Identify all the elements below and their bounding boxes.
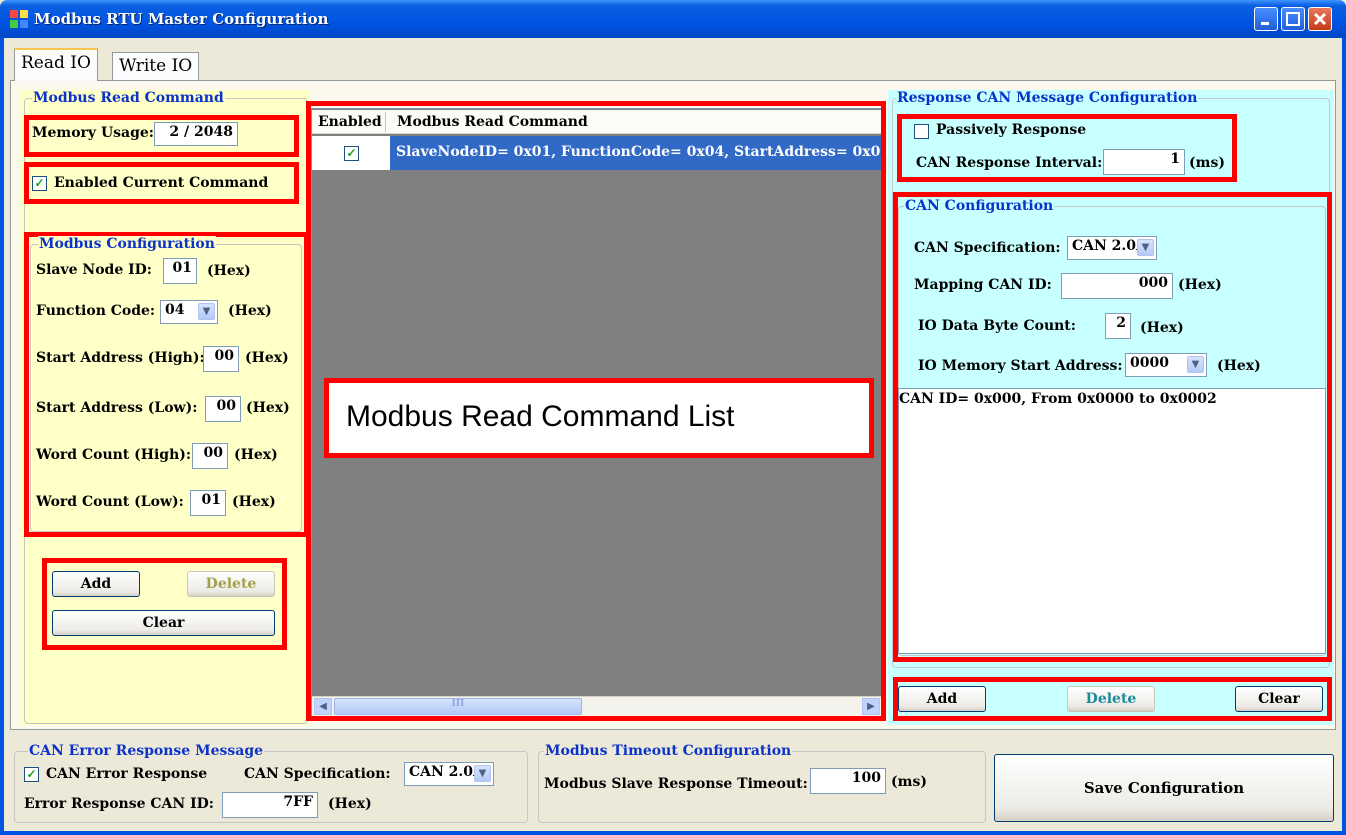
- error-spec-value: CAN 2.0A: [409, 764, 484, 780]
- group-title: Response CAN Message Configuration: [896, 90, 1199, 106]
- minimize-button[interactable]: [1254, 7, 1278, 31]
- tab-write-io[interactable]: Write IO: [112, 52, 200, 80]
- can-spec-label: CAN Specification:: [914, 240, 1061, 256]
- slave-node-label: Slave Node ID:: [36, 262, 152, 278]
- passive-response-label: Passively Response: [936, 122, 1087, 138]
- modbus-config-group: [30, 244, 302, 532]
- group-title: CAN Configuration: [904, 198, 1055, 214]
- error-spec-select[interactable]: CAN 2.0A ▼: [404, 762, 494, 786]
- memory-usage-label: Memory Usage:: [32, 125, 154, 141]
- error-can-id-field[interactable]: 7FF: [222, 792, 318, 818]
- start-high-field[interactable]: 00: [203, 346, 239, 372]
- chevron-down-icon[interactable]: ▼: [198, 303, 215, 320]
- window-title: Modbus RTU Master Configuration: [34, 10, 329, 28]
- function-code-select[interactable]: 04 ▼: [160, 300, 218, 324]
- clear-can-button[interactable]: Clear: [1235, 686, 1323, 712]
- mapping-can-id-field[interactable]: 000: [1061, 273, 1173, 299]
- hex-unit: (Hex): [228, 303, 272, 319]
- word-count-low-field[interactable]: 01: [190, 490, 226, 516]
- annotation-label: Modbus Read Command List: [346, 400, 735, 433]
- group-title: Modbus Configuration: [38, 236, 216, 252]
- delete-can-button[interactable]: Delete: [1067, 686, 1155, 712]
- delete-command-button[interactable]: Delete: [187, 571, 275, 597]
- byte-count-field[interactable]: 2: [1105, 313, 1131, 339]
- hex-unit: (Hex): [245, 350, 289, 366]
- hex-unit: (Hex): [207, 263, 251, 279]
- add-can-button[interactable]: Add: [898, 686, 986, 712]
- window-frame-right: [1342, 38, 1346, 835]
- hex-unit: (Hex): [232, 494, 276, 510]
- start-low-label: Start Address (Low):: [36, 400, 198, 416]
- hex-unit: (Hex): [328, 796, 372, 812]
- chevron-down-icon[interactable]: ▼: [1137, 239, 1154, 256]
- hex-unit: (Hex): [1178, 277, 1222, 293]
- list-item[interactable]: CAN ID= 0x000, From 0x0000 to 0x0002: [899, 391, 1217, 407]
- ms-unit: (ms): [1189, 155, 1225, 171]
- start-low-field[interactable]: 00: [205, 396, 241, 422]
- function-code-value: 04: [165, 302, 185, 318]
- error-spec-label: CAN Specification:: [244, 766, 391, 782]
- memory-usage-field: 2 / 2048: [154, 122, 238, 146]
- mem-start-label: IO Memory Start Address:: [918, 358, 1123, 374]
- close-button[interactable]: [1308, 7, 1332, 31]
- timeout-field[interactable]: 100: [810, 768, 886, 794]
- error-can-id-label: Error Response CAN ID:: [24, 796, 214, 812]
- app-icon: [10, 10, 28, 28]
- window-frame-bottom: [0, 831, 1346, 835]
- group-title: CAN Error Response Message: [28, 743, 265, 759]
- slave-node-field[interactable]: 01: [163, 258, 197, 284]
- hex-unit: (Hex): [246, 400, 290, 416]
- passive-response-checkbox[interactable]: [914, 124, 929, 139]
- can-error-label: CAN Error Response: [46, 766, 208, 782]
- add-command-button[interactable]: Add: [52, 571, 140, 597]
- can-spec-value: CAN 2.0A: [1072, 238, 1147, 254]
- maximize-button[interactable]: [1281, 7, 1305, 31]
- can-id-list[interactable]: CAN ID= 0x000, From 0x0000 to 0x0002: [898, 388, 1326, 654]
- enabled-checkbox[interactable]: ✓: [32, 176, 47, 191]
- can-spec-select[interactable]: CAN 2.0A ▼: [1067, 236, 1157, 260]
- group-title: Modbus Timeout Configuration: [544, 743, 793, 759]
- interval-field[interactable]: 1: [1103, 149, 1185, 175]
- function-code-label: Function Code:: [36, 303, 156, 319]
- window-frame-left: [0, 38, 4, 835]
- tab-read-io[interactable]: Read IO: [14, 48, 98, 81]
- can-error-checkbox[interactable]: ✓: [24, 767, 39, 782]
- enabled-label: Enabled Current Command: [54, 175, 269, 191]
- clear-commands-button[interactable]: Clear: [52, 610, 275, 636]
- mapping-can-id-label: Mapping CAN ID:: [914, 277, 1052, 293]
- byte-count-label: IO Data Byte Count:: [918, 318, 1076, 334]
- hex-unit: (Hex): [234, 447, 278, 463]
- hex-unit: (Hex): [1140, 320, 1184, 336]
- mem-start-value: 0000: [1130, 355, 1169, 371]
- word-count-high-label: Word Count (High):: [36, 447, 192, 463]
- mem-start-select[interactable]: 0000 ▼: [1125, 353, 1207, 377]
- group-title: Modbus Read Command: [32, 90, 225, 106]
- interval-label: CAN Response Interval:: [916, 155, 1103, 171]
- chevron-down-icon[interactable]: ▼: [1187, 356, 1204, 373]
- hex-unit: (Hex): [1217, 358, 1261, 374]
- save-configuration-button[interactable]: Save Configuration: [994, 754, 1334, 822]
- chevron-down-icon[interactable]: ▼: [474, 765, 491, 782]
- word-count-low-label: Word Count (Low):: [36, 494, 184, 510]
- start-high-label: Start Address (High):: [36, 350, 205, 366]
- ms-unit: (ms): [891, 774, 927, 790]
- word-count-high-field[interactable]: 00: [192, 443, 228, 469]
- timeout-label: Modbus Slave Response Timeout:: [544, 776, 808, 792]
